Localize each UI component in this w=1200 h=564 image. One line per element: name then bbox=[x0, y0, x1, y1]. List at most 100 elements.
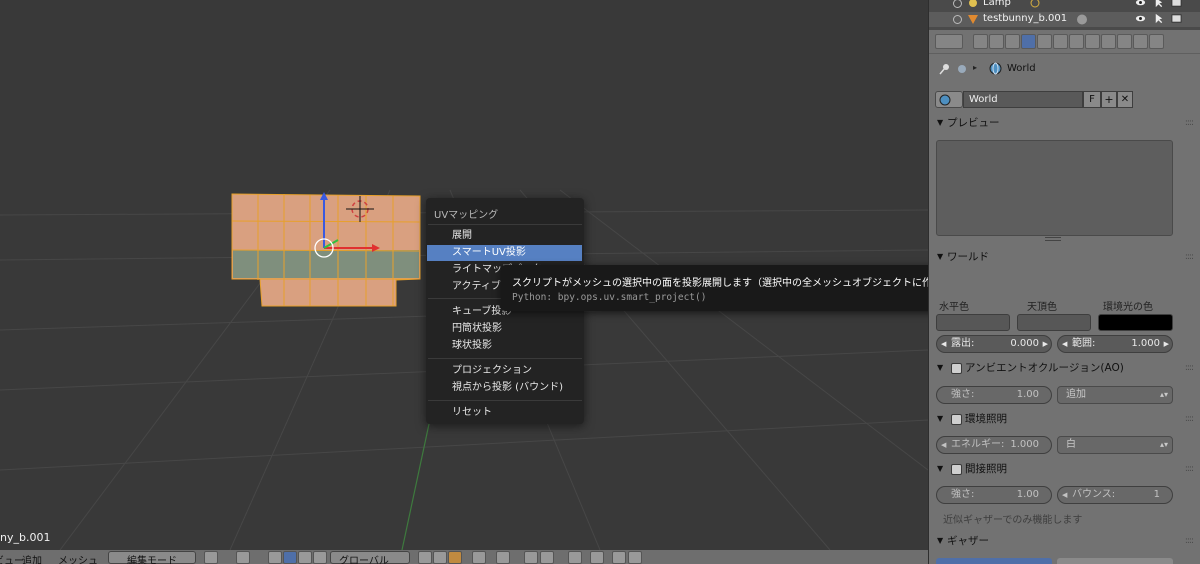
increment-arrow-icon[interactable]: ▶ bbox=[1043, 336, 1048, 352]
layer-button[interactable] bbox=[628, 551, 642, 564]
resize-grip-icon[interactable] bbox=[1045, 237, 1061, 241]
eye-icon[interactable] bbox=[1135, 0, 1146, 8]
menu-item-reset[interactable]: リセット bbox=[427, 405, 582, 421]
menu-item-project-from-view[interactable]: プロジェクション bbox=[427, 363, 582, 379]
drag-grip-icon[interactable]: :::: bbox=[1185, 113, 1194, 133]
outliner-row-lamp[interactable]: Lamp bbox=[929, 0, 1200, 11]
panel-header-ao[interactable]: ▼ アンビエントオクルージョン(AO) :::: bbox=[933, 358, 1197, 378]
y-axis-line bbox=[401, 409, 433, 550]
snap-toggle[interactable] bbox=[524, 551, 538, 564]
manipulator-toggle[interactable] bbox=[268, 551, 282, 564]
mode-selector[interactable]: 編集モード bbox=[108, 551, 196, 564]
decrement-arrow-icon[interactable]: ◀ bbox=[941, 336, 946, 352]
decrement-arrow-icon[interactable]: ◀ bbox=[1062, 336, 1067, 352]
tab-physics[interactable] bbox=[1149, 34, 1164, 49]
mesh-menu[interactable]: メッシュ bbox=[58, 552, 98, 564]
editor-type-button[interactable] bbox=[935, 34, 963, 49]
indirect-note: 近似ギャザーでのみ機能します bbox=[943, 515, 1083, 526]
tab-constraints[interactable] bbox=[1053, 34, 1068, 49]
drag-grip-icon[interactable]: :::: bbox=[1185, 247, 1194, 267]
field-value: 1.00 bbox=[1016, 489, 1039, 500]
ao-blend-dropdown[interactable]: 追加 ▴▾ bbox=[1057, 386, 1173, 404]
proportional-edit-button[interactable] bbox=[496, 551, 510, 564]
decrement-arrow-icon[interactable]: ◀ bbox=[1062, 487, 1067, 503]
world-name-field[interactable]: World bbox=[963, 91, 1083, 108]
menu-item-cylinder-projection[interactable]: 円筒状投影 bbox=[427, 321, 582, 337]
menu-item-unwrap[interactable]: 展開 bbox=[427, 228, 582, 244]
collapse-triangle-icon: ▼ bbox=[937, 414, 944, 423]
field-value: 1.000 bbox=[1131, 338, 1160, 349]
tab-world[interactable] bbox=[1021, 34, 1036, 49]
drag-grip-icon[interactable]: :::: bbox=[1185, 459, 1194, 479]
menu-item-smart-uv-project[interactable]: スマートUV投影 bbox=[427, 245, 582, 261]
decrement-arrow-icon[interactable]: ◀ bbox=[941, 437, 946, 453]
pin-icon[interactable] bbox=[937, 62, 951, 76]
env-color-dropdown[interactable]: 白 ▴▾ bbox=[1057, 436, 1173, 454]
ambient-color-swatch[interactable] bbox=[1098, 314, 1173, 331]
panel-header-preview[interactable]: ▼ プレビュー :::: bbox=[933, 113, 1197, 133]
edge-select-button[interactable] bbox=[433, 551, 447, 564]
render-camera-icon[interactable] bbox=[1171, 0, 1182, 8]
snap-target-button[interactable] bbox=[568, 551, 582, 564]
exposure-field[interactable]: ◀ 露出: 0.000 ▶ bbox=[936, 335, 1052, 353]
gather-method-approximate-button[interactable] bbox=[1057, 558, 1173, 564]
fake-user-button[interactable]: F bbox=[1083, 91, 1101, 108]
cursor-select-icon[interactable] bbox=[1153, 13, 1164, 24]
drag-grip-icon[interactable]: :::: bbox=[1185, 409, 1194, 429]
horizon-color-swatch[interactable] bbox=[936, 314, 1010, 331]
tab-data[interactable] bbox=[1085, 34, 1100, 49]
outliner: Lamp testbunny_b.001 bbox=[928, 0, 1200, 30]
environment-lighting-checkbox[interactable] bbox=[951, 414, 962, 425]
tab-render[interactable] bbox=[973, 34, 988, 49]
vertex-select-button[interactable] bbox=[418, 551, 432, 564]
drag-grip-icon[interactable]: :::: bbox=[1185, 531, 1194, 551]
face-select-button[interactable] bbox=[448, 551, 462, 564]
panel-header-world[interactable]: ▼ ワールド :::: bbox=[933, 247, 1197, 267]
tab-object[interactable] bbox=[1037, 34, 1052, 49]
shading-button[interactable] bbox=[204, 551, 218, 564]
ao-strength-field[interactable]: 強さ: 1.00 bbox=[936, 386, 1052, 404]
view-menu[interactable]: ビュー bbox=[0, 552, 24, 564]
cursor-select-icon[interactable] bbox=[1153, 0, 1164, 8]
outliner-item-label: testbunny_b.001 bbox=[983, 13, 1068, 24]
rotate-manipulator-button[interactable] bbox=[298, 551, 312, 564]
render-camera-icon[interactable] bbox=[1171, 13, 1182, 24]
indirect-lighting-checkbox[interactable] bbox=[951, 464, 962, 475]
tab-modifiers[interactable] bbox=[1069, 34, 1084, 49]
unlink-world-button[interactable]: ✕ bbox=[1117, 91, 1133, 108]
tab-texture[interactable] bbox=[1117, 34, 1132, 49]
tab-material[interactable] bbox=[1101, 34, 1116, 49]
render-button[interactable] bbox=[590, 551, 604, 564]
increment-arrow-icon[interactable]: ▶ bbox=[1164, 336, 1169, 352]
pivot-button[interactable] bbox=[236, 551, 250, 564]
expand-icon[interactable] bbox=[953, 0, 962, 8]
env-energy-field[interactable]: ◀ エネルギー: 1.000 bbox=[936, 436, 1052, 454]
range-field[interactable]: ◀ 範囲: 1.000 ▶ bbox=[1057, 335, 1173, 353]
panel-header-indirect-lighting[interactable]: ▼ 間接照明 :::: bbox=[933, 459, 1197, 479]
translate-manipulator-button[interactable] bbox=[283, 551, 297, 564]
expand-icon[interactable] bbox=[953, 15, 962, 24]
drag-grip-icon[interactable]: :::: bbox=[1185, 358, 1194, 378]
indirect-bounce-field[interactable]: ◀ バウンス: 1 bbox=[1057, 486, 1173, 504]
menu-item-project-from-view-bounds[interactable]: 視点から投影 (バウンド) bbox=[427, 380, 582, 396]
gather-method-raytrace-button[interactable] bbox=[936, 558, 1052, 564]
tab-scene[interactable] bbox=[1005, 34, 1020, 49]
add-menu[interactable]: 追加 bbox=[22, 552, 42, 564]
panel-header-environment-lighting[interactable]: ▼ 環境照明 :::: bbox=[933, 409, 1197, 429]
orientation-selector[interactable]: グローバル bbox=[330, 551, 410, 564]
limit-selection-button[interactable] bbox=[472, 551, 486, 564]
outliner-row-testbunny[interactable]: testbunny_b.001 bbox=[929, 12, 1200, 27]
new-world-button[interactable]: + bbox=[1101, 91, 1117, 108]
tab-particles[interactable] bbox=[1133, 34, 1148, 49]
panel-header-gather[interactable]: ▼ ギャザー :::: bbox=[933, 531, 1197, 551]
eye-icon[interactable] bbox=[1135, 13, 1146, 24]
indirect-strength-field[interactable]: 強さ: 1.00 bbox=[936, 486, 1052, 504]
render-animation-button[interactable] bbox=[612, 551, 626, 564]
snap-element-button[interactable] bbox=[540, 551, 554, 564]
ao-enable-checkbox[interactable] bbox=[951, 363, 962, 374]
scale-manipulator-button[interactable] bbox=[313, 551, 327, 564]
world-browse-button[interactable] bbox=[935, 91, 963, 108]
tab-render-layers[interactable] bbox=[989, 34, 1004, 49]
zenith-color-swatch[interactable] bbox=[1017, 314, 1091, 331]
menu-item-sphere-projection[interactable]: 球状投影 bbox=[427, 338, 582, 354]
